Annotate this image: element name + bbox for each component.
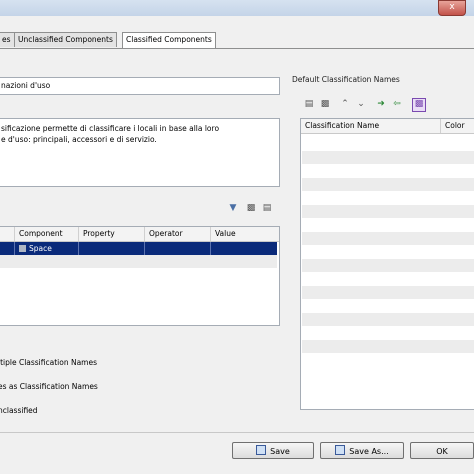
- table-row[interactable]: Space: [0, 242, 277, 255]
- save-button-label: Save: [270, 447, 290, 456]
- header-operator[interactable]: Operator: [145, 227, 211, 241]
- print-icon[interactable]: ▤: [262, 203, 272, 213]
- description-textarea[interactable]: sificazione permette di classificare i l…: [0, 118, 280, 187]
- description-line-2: e d'uso: principali, accessori e di serv…: [1, 135, 157, 144]
- row-cell-value: [211, 242, 277, 255]
- move-up-icon[interactable]: ⌃: [340, 99, 350, 109]
- right-toolbar: ▤ ▩ ⌃ ⌄ ➜ ⇦ ▩: [300, 97, 430, 112]
- component-name: Space: [29, 244, 52, 253]
- tab-unclassified-components[interactable]: Unclassified Components: [14, 32, 117, 47]
- save-icon: [256, 445, 267, 455]
- names-table-header: Classification Name Color: [301, 119, 474, 134]
- table-row-empty: [0, 255, 277, 268]
- close-icon[interactable]: x: [438, 0, 466, 16]
- names-row: [302, 205, 474, 218]
- classification-name-input[interactable]: nazioni d'uso: [0, 77, 280, 95]
- import-icon[interactable]: ➜: [376, 99, 386, 109]
- classification-name-value: nazioni d'uso: [1, 81, 51, 90]
- add-row-icon[interactable]: ▤: [304, 99, 314, 109]
- header-color[interactable]: Color: [441, 119, 474, 133]
- classification-names-table: Classification Name Color: [300, 118, 474, 410]
- header-classification-name[interactable]: Classification Name: [301, 119, 441, 133]
- copy-icon[interactable]: ▩: [246, 203, 256, 213]
- names-row: [302, 151, 474, 164]
- header-cell-blank: [0, 227, 15, 241]
- row-cell-blank: [0, 242, 15, 255]
- export-icon[interactable]: ⇦: [392, 99, 402, 109]
- save-button[interactable]: Save: [232, 442, 314, 459]
- component-criteria-table: Component Property Operator Value Space: [0, 226, 280, 326]
- header-component[interactable]: Component: [15, 227, 79, 241]
- ok-button-label: OK: [436, 447, 448, 456]
- save-as-button[interactable]: Save As...: [320, 442, 404, 459]
- names-row: [302, 232, 474, 245]
- option-multiple-names[interactable]: ltiple Classification Names: [0, 358, 97, 367]
- row-cell-operator: [145, 242, 211, 255]
- window-title-bar: [0, 0, 474, 16]
- ok-button[interactable]: OK: [410, 442, 474, 459]
- row-cell-property: [79, 242, 145, 255]
- names-row: [302, 259, 474, 272]
- color-palette-icon[interactable]: ▩: [412, 98, 426, 112]
- save-as-icon: [335, 445, 346, 455]
- folder-open-icon[interactable]: ▼: [228, 203, 238, 213]
- space-icon: [19, 245, 26, 252]
- row-cell-component: Space: [15, 242, 79, 255]
- option-unclassified[interactable]: nclassified: [0, 406, 38, 415]
- header-value[interactable]: Value: [211, 227, 279, 241]
- header-property[interactable]: Property: [79, 227, 145, 241]
- names-row: [302, 286, 474, 299]
- tab-classified-components[interactable]: Classified Components: [122, 32, 216, 48]
- names-row: [302, 313, 474, 326]
- description-line-1: sificazione permette di classificare i l…: [1, 124, 220, 133]
- names-row: [302, 340, 474, 353]
- tab-partial[interactable]: es: [0, 32, 15, 47]
- names-row: [302, 178, 474, 191]
- option-values-as-names[interactable]: es as Classification Names: [0, 382, 98, 391]
- table-header: Component Property Operator Value: [0, 227, 279, 242]
- save-as-button-label: Save As...: [349, 447, 389, 456]
- default-names-title: Default Classification Names: [292, 75, 400, 84]
- footer-divider: [0, 432, 474, 433]
- move-down-icon[interactable]: ⌄: [356, 99, 366, 109]
- tab-strip: es Unclassified Components Classified Co…: [0, 32, 474, 49]
- delete-row-icon[interactable]: ▩: [320, 99, 330, 109]
